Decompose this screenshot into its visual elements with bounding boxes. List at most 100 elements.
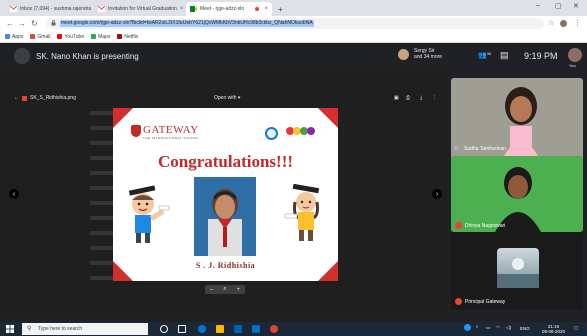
file-explorer-icon[interactable] xyxy=(216,325,224,333)
tab-meet[interactable]: Meet - rjge-adzz-xln × xyxy=(186,2,272,16)
download-icon[interactable]: ⤓ xyxy=(420,95,422,101)
corner-ribbon xyxy=(318,108,338,128)
participant-tile[interactable]: ⁞⁞ Sudha Tamilselvan xyxy=(451,78,583,162)
print-icon[interactable]: ⎙ xyxy=(406,95,410,101)
mic-off-icon xyxy=(455,298,462,305)
bookmark-youtube[interactable]: YouTube xyxy=(57,34,84,40)
school-crest-icon xyxy=(131,125,141,137)
open-with-button[interactable]: Open with ▾ xyxy=(214,95,240,101)
omnibox[interactable]: meet.google.com/rjge-adzz-xln?fbclid=IwA… xyxy=(46,18,544,29)
mail-icon[interactable] xyxy=(252,325,260,333)
bookmark-apps[interactable]: Apps xyxy=(5,34,23,40)
image-file-icon xyxy=(22,96,27,101)
bookmark-label: Gmail xyxy=(37,33,51,40)
gmail-icon xyxy=(30,34,36,39)
apps-grid-icon xyxy=(5,34,10,39)
bookmark-label: Maps xyxy=(98,33,111,40)
taskbar-search[interactable]: ⚲ Type here to search xyxy=(22,323,148,335)
search-placeholder: Type here to search xyxy=(38,326,83,332)
zoom-controls: – ⌕ + xyxy=(205,285,245,294)
mic-off-icon xyxy=(455,222,462,229)
student-name: S . J. Ridhishia xyxy=(195,261,256,270)
chrome-icon[interactable] xyxy=(270,325,278,333)
menu-kebab-icon[interactable]: ⋮ xyxy=(574,19,581,28)
network-icon[interactable]: ▭ xyxy=(486,325,490,330)
store-icon[interactable] xyxy=(234,325,242,333)
youtube-icon xyxy=(57,34,63,39)
browser-tab-strip: Inbox (7,094) - sushma.rajendra × Invita… xyxy=(0,0,587,16)
url-text[interactable]: meet.google.com/rjge-adzz-xln?fbclid=IwA… xyxy=(60,20,314,27)
netflix-icon xyxy=(117,34,123,39)
tab-inbox[interactable]: Inbox (7,094) - sushma.rajendra × xyxy=(6,2,92,16)
chevron-up-icon[interactable]: ^ xyxy=(476,325,478,330)
zoom-in-button[interactable]: + xyxy=(237,287,241,293)
participant-video xyxy=(497,248,539,288)
participant-name: Principal Gateway xyxy=(465,299,506,305)
participant-name: Dhivya Nageswari xyxy=(465,223,506,229)
corner-ribbon xyxy=(113,108,133,128)
windows-start-icon[interactable] xyxy=(6,325,14,333)
host-info[interactable]: Sergy Sir and 34 more xyxy=(414,48,442,60)
bookmark-star-icon[interactable]: ☆ xyxy=(548,19,554,28)
wifi-icon[interactable]: ◠ xyxy=(496,325,500,330)
notifications-icon[interactable]: ▢ xyxy=(574,325,578,330)
back-icon[interactable]: ← xyxy=(14,95,19,101)
add-to-drive-icon[interactable]: ▣ xyxy=(394,95,399,101)
student-photo xyxy=(194,177,256,256)
meet-header: SK. Nano Khan is presenting Sergy Sir an… xyxy=(0,43,587,71)
people-button[interactable]: 👥35 xyxy=(478,51,491,59)
presenting-label: SK. Nano Khan is presenting xyxy=(36,52,139,61)
close-icon[interactable]: × xyxy=(180,6,184,12)
voice-activity-icon: ⁞⁞ xyxy=(455,146,458,152)
host-more: and 34 more xyxy=(414,54,443,60)
zoom-out-button[interactable]: – xyxy=(210,287,213,293)
forward-icon[interactable]: → xyxy=(18,19,26,28)
minimize-button[interactable]: – xyxy=(536,2,540,9)
gmail-icon xyxy=(98,6,105,12)
next-arrow-icon[interactable]: › xyxy=(432,189,442,199)
close-icon[interactable]: × xyxy=(264,6,268,12)
lock-icon xyxy=(51,20,56,26)
file-viewer-toolbar: ← SK_S_Ridhishia.png Open with ▾ ▣ ⎙ ⤓ ⋮ xyxy=(0,93,447,105)
user-tray-icon[interactable] xyxy=(464,324,471,331)
volume-icon[interactable]: ◁) xyxy=(506,325,511,330)
participant-name: Sudha Tamilselvan xyxy=(464,146,506,152)
chat-icon[interactable]: ▤ xyxy=(500,50,509,61)
close-window-button[interactable]: ✕ xyxy=(573,2,579,10)
screen: Inbox (7,094) - sushma.rajendra × Invita… xyxy=(0,0,587,336)
bookmark-netflix[interactable]: Netflix xyxy=(117,34,138,40)
profile-avatar[interactable] xyxy=(560,20,567,27)
people-count: 35 xyxy=(486,51,492,56)
school-subtitle: THE INTERNATIONAL SCHOOL xyxy=(143,136,200,140)
tab-label: Meet - rjge-adzz-xln xyxy=(200,6,245,12)
bookmark-maps[interactable]: Maps xyxy=(91,34,110,40)
bookmarks-bar: Apps Gmail YouTube Maps Netflix xyxy=(0,31,587,43)
tab-label: Inbox (7,094) - sushma.rajendra xyxy=(20,6,92,12)
participant-video xyxy=(495,167,541,232)
bookmark-gmail[interactable]: Gmail xyxy=(30,34,50,40)
task-view-icon[interactable] xyxy=(178,325,186,333)
previous-arrow-icon[interactable]: ‹ xyxy=(9,189,19,199)
tab-invitation[interactable]: Invitation for Virtual Graduation × xyxy=(94,2,184,16)
back-icon[interactable]: ← xyxy=(6,19,14,28)
slide-heading: Congratulations!!! xyxy=(157,152,294,171)
partner-logo-icon xyxy=(286,127,315,135)
reload-icon[interactable]: ↻ xyxy=(31,19,38,28)
maps-pin-icon xyxy=(91,34,97,39)
graduate-cartoon-girl xyxy=(284,184,320,241)
system-clock[interactable]: 21:19 09-06-2020 xyxy=(542,324,565,334)
self-avatar[interactable] xyxy=(568,48,582,62)
more-options-icon[interactable]: ⋮ xyxy=(432,95,437,101)
maximize-button[interactable]: ▢ xyxy=(555,2,562,10)
clock-date: 09-06-2020 xyxy=(542,329,566,334)
bookmark-label: YouTube xyxy=(64,33,85,40)
cortana-icon[interactable] xyxy=(160,325,168,333)
participant-tile[interactable]: Dhivya Nageswari xyxy=(451,156,583,232)
language-indicator[interactable]: ENG xyxy=(520,326,530,331)
zoom-icon[interactable]: ⌕ xyxy=(223,286,226,293)
new-tab-button[interactable]: + xyxy=(274,2,286,16)
edge-icon[interactable] xyxy=(198,325,206,333)
participant-tile[interactable]: Principal Gateway xyxy=(451,232,583,310)
meeting-clock: 9:19 PM xyxy=(524,51,558,61)
congratulations-slide: GATEWAY THE INTERNATIONAL SCHOOL Congrat… xyxy=(113,108,338,281)
